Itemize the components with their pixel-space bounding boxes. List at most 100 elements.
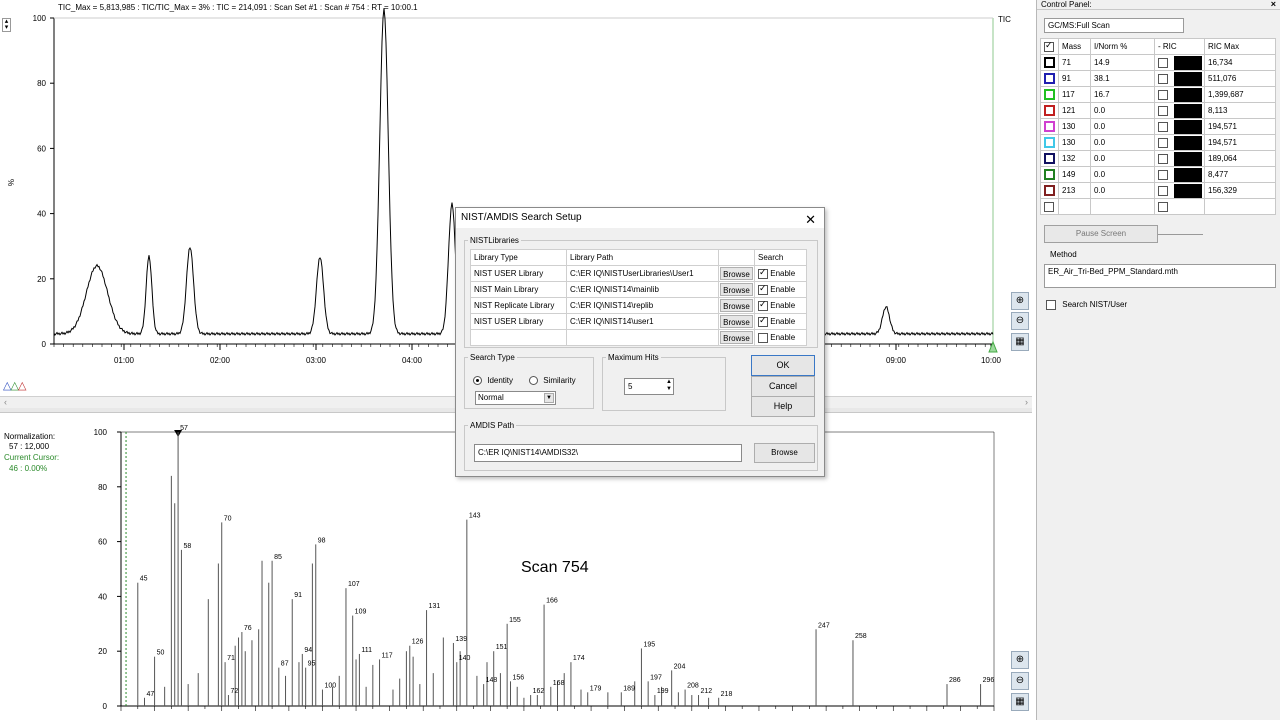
- library-path[interactable]: C:\ER IQ\NIST14\mainlib: [566, 281, 719, 298]
- ric-checkbox[interactable]: [1158, 121, 1168, 132]
- empty-cell[interactable]: [1058, 198, 1091, 215]
- ric-cell[interactable]: [1154, 70, 1205, 87]
- enable-cell[interactable]: Enable: [754, 313, 807, 330]
- mass-color-cell[interactable]: [1040, 54, 1059, 71]
- mass-row[interactable]: 130 0.0 194,571: [1040, 134, 1276, 151]
- enable-checkbox[interactable]: [758, 299, 768, 311]
- mass-row[interactable]: 121 0.0 8,113: [1040, 102, 1276, 119]
- ric-cell[interactable]: [1154, 134, 1205, 151]
- ric-checkbox[interactable]: [1158, 89, 1168, 100]
- method-field[interactable]: ER_Air_Tri-Bed_PPM_Standard.mth: [1044, 264, 1276, 288]
- mass-color-cell[interactable]: [1040, 102, 1059, 119]
- ric-cell[interactable]: [1154, 118, 1205, 135]
- enable-checkbox[interactable]: [758, 267, 768, 279]
- trace-color-swatch[interactable]: [1044, 137, 1055, 148]
- library-browse-button[interactable]: Browse: [720, 315, 753, 328]
- enable-cell[interactable]: Enable: [754, 281, 807, 298]
- mass-color-cell[interactable]: [1040, 70, 1059, 87]
- trace-color-swatch[interactable]: [1044, 185, 1055, 196]
- identity-radio-option[interactable]: Identity: [473, 376, 513, 386]
- library-path[interactable]: [566, 329, 719, 346]
- empty-cell[interactable]: [1204, 198, 1276, 215]
- zoom-in-icon[interactable]: ⊕: [1011, 292, 1029, 310]
- ric-cell[interactable]: [1154, 86, 1205, 103]
- library-row[interactable]: NIST Main Library C:\ER IQ\NIST14\mainlib…: [470, 281, 807, 298]
- empty-cell[interactable]: [1154, 198, 1205, 215]
- chevron-down-icon[interactable]: ▼: [544, 393, 554, 403]
- mass-color-cell[interactable]: [1040, 182, 1059, 199]
- scroll-right-arrow-icon[interactable]: ›: [1025, 397, 1028, 407]
- ric-cell[interactable]: [1154, 54, 1205, 71]
- trace-color-swatch[interactable]: [1044, 57, 1055, 68]
- enable-checkbox[interactable]: [758, 283, 768, 295]
- enable-checkbox[interactable]: [758, 315, 768, 327]
- mass-row[interactable]: 71 14.9 16,734: [1040, 54, 1276, 71]
- ric-cell[interactable]: [1154, 166, 1205, 183]
- library-path[interactable]: C:\ER IQ\NIST14\user1: [566, 313, 719, 330]
- zoom-out-icon[interactable]: ⊖: [1011, 312, 1029, 330]
- dialog-titlebar[interactable]: NIST/AMDIS Search Setup ✕: [456, 208, 824, 228]
- scan-mode-field[interactable]: GC/MS:Full Scan: [1044, 18, 1184, 33]
- empty-row-checkbox[interactable]: [1044, 201, 1054, 212]
- help-button[interactable]: Help: [751, 396, 815, 417]
- trace-color-swatch[interactable]: [1044, 169, 1055, 180]
- identity-radio[interactable]: [473, 376, 482, 386]
- pause-screen-button[interactable]: Pause Screen: [1044, 225, 1158, 243]
- stepper-down-icon[interactable]: ▼: [666, 386, 672, 393]
- green-triangle-icon[interactable]: △: [10, 380, 19, 392]
- enable-checkbox[interactable]: [758, 332, 768, 343]
- mass-color-cell[interactable]: [1040, 118, 1059, 135]
- trace-color-swatch[interactable]: [1044, 153, 1055, 164]
- header-check-cell[interactable]: [1040, 38, 1059, 55]
- ric-cell[interactable]: [1154, 102, 1205, 119]
- library-browse-button[interactable]: Browse: [720, 267, 753, 280]
- search-nist-option[interactable]: Search NIST/User: [1046, 300, 1127, 310]
- ric-checkbox[interactable]: [1158, 105, 1168, 116]
- red-triangle-icon[interactable]: △: [18, 380, 27, 392]
- ric-cell[interactable]: [1154, 182, 1205, 199]
- select-all-checkbox[interactable]: [1044, 40, 1054, 52]
- zoom-out-icon[interactable]: ⊖: [1011, 672, 1029, 690]
- marker-triangle-icons[interactable]: △△△: [3, 379, 27, 392]
- library-row[interactable]: NIST USER Library C:\ER IQ\NIST14\user1 Br…: [470, 313, 807, 330]
- mass-row[interactable]: 117 16.7 1,399,687: [1040, 86, 1276, 103]
- zoom-in-icon[interactable]: ⊕: [1011, 651, 1029, 669]
- enable-cell[interactable]: Enable: [754, 265, 807, 282]
- trace-color-swatch[interactable]: [1044, 73, 1055, 84]
- trace-color-swatch[interactable]: [1044, 89, 1055, 100]
- library-row[interactable]: Browse Enable: [470, 329, 807, 346]
- ric-checkbox[interactable]: [1158, 57, 1168, 68]
- export-icon[interactable]: ▦: [1011, 333, 1029, 351]
- mass-row[interactable]: 213 0.0 156,329: [1040, 182, 1276, 199]
- ric-checkbox[interactable]: [1158, 169, 1168, 180]
- library-path[interactable]: C:\ER IQ\NIST14\replib: [566, 297, 719, 314]
- amdis-browse-button[interactable]: Browse: [754, 443, 815, 463]
- scroll-left-arrow-icon[interactable]: ‹: [4, 397, 7, 407]
- ric-checkbox[interactable]: [1158, 185, 1168, 196]
- trace-color-swatch[interactable]: [1044, 121, 1055, 132]
- cancel-button[interactable]: Cancel: [751, 376, 815, 397]
- search-mode-select[interactable]: Normal ▼: [475, 391, 556, 405]
- empty-cell[interactable]: [1040, 198, 1059, 215]
- enable-cell[interactable]: Enable: [754, 297, 807, 314]
- library-browse-button[interactable]: Browse: [720, 283, 753, 296]
- mass-color-cell[interactable]: [1040, 86, 1059, 103]
- empty-ric-checkbox[interactable]: [1158, 201, 1168, 212]
- mass-row[interactable]: 91 38.1 511,076: [1040, 70, 1276, 87]
- close-icon[interactable]: ✕: [805, 210, 816, 230]
- library-path[interactable]: C:\ER IQ\NISTUserLibraries\User1: [566, 265, 719, 282]
- maximum-hits-stepper[interactable]: 5 ▲ ▼: [624, 378, 674, 395]
- similarity-radio-option[interactable]: Similarity: [529, 376, 576, 386]
- ric-cell[interactable]: [1154, 150, 1205, 167]
- export-icon[interactable]: ▦: [1011, 693, 1029, 711]
- mass-row[interactable]: 149 0.0 8,477: [1040, 166, 1276, 183]
- ok-button[interactable]: OK: [751, 355, 815, 376]
- stepper-up-icon[interactable]: ▲: [666, 379, 672, 386]
- enable-cell[interactable]: Enable: [754, 329, 807, 346]
- ric-checkbox[interactable]: [1158, 153, 1168, 164]
- library-row[interactable]: NIST Replicate Library C:\ER IQ\NIST14\re…: [470, 297, 807, 314]
- mass-row[interactable]: 132 0.0 189,064: [1040, 150, 1276, 167]
- mass-row[interactable]: 130 0.0 194,571: [1040, 118, 1276, 135]
- amdis-path-field[interactable]: C:\ER IQ\NIST14\AMDIS32\: [474, 444, 742, 462]
- trace-color-swatch[interactable]: [1044, 105, 1055, 116]
